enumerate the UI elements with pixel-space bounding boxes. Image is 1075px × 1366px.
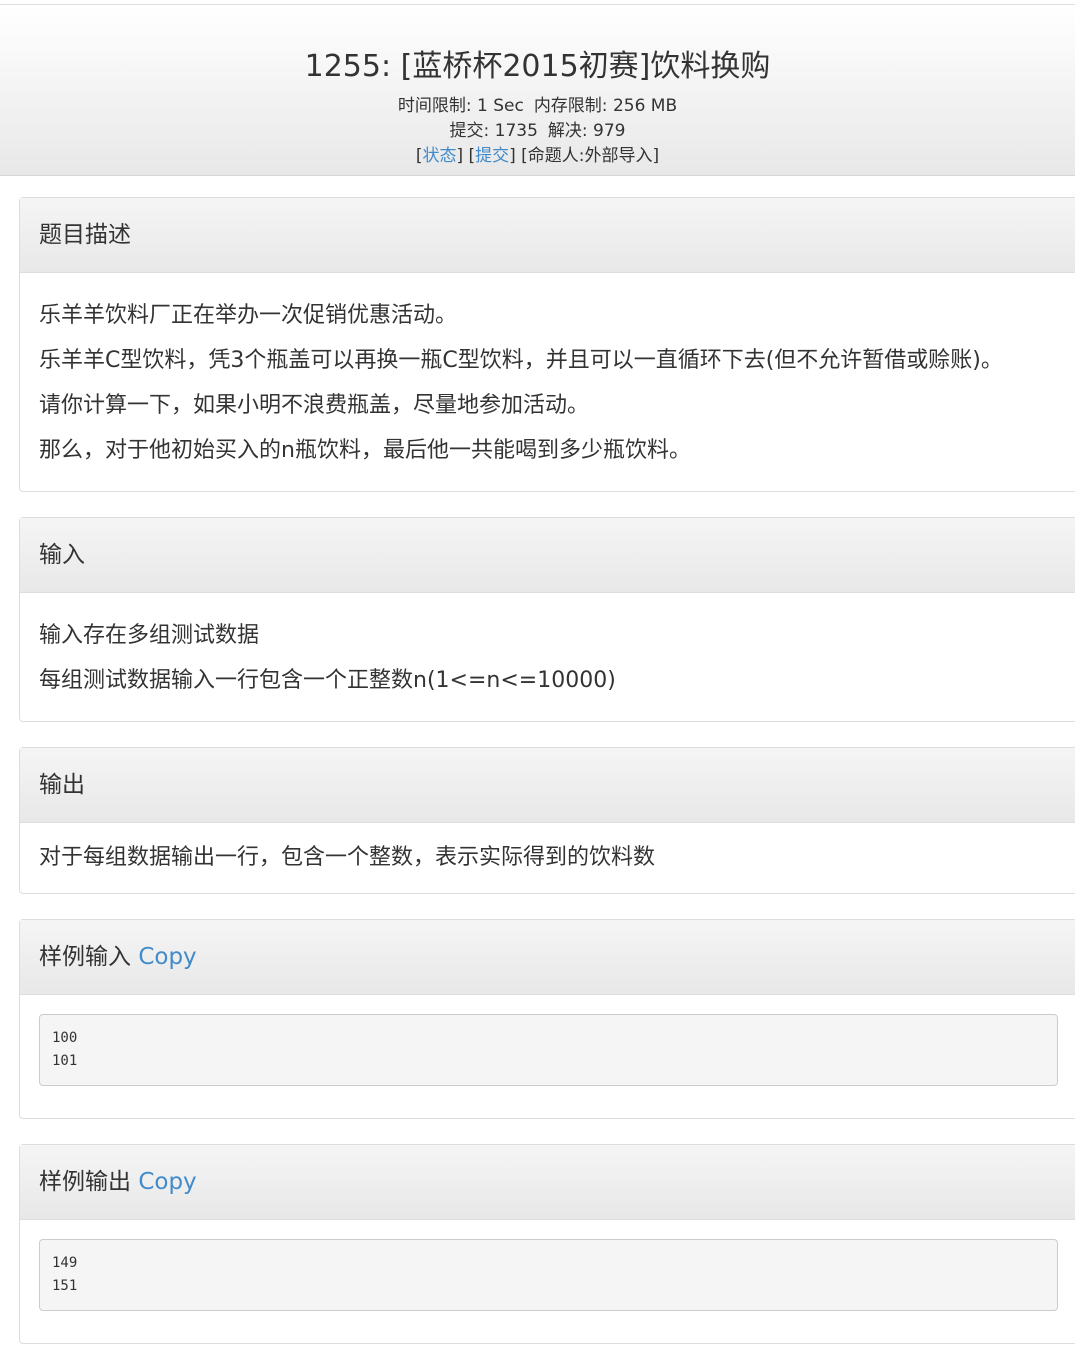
memory-limit: 内存限制: 256 MB	[533, 96, 678, 116]
sample-input-body: 100 101	[20, 995, 1075, 1086]
sample-input-title: 样例输入	[39, 944, 131, 970]
sample-output-body: 149 151	[20, 1220, 1075, 1311]
time-limit: 时间限制: 1 Sec	[397, 96, 524, 116]
sample-output-copy-button[interactable]: Copy	[138, 1169, 196, 1195]
sample-output-code: 149 151	[39, 1239, 1058, 1311]
sample-input-heading: 样例输入 Copy	[20, 920, 1075, 995]
description-line: 请你计算一下，如果小明不浪费瓶盖，尽量地参加活动。	[39, 393, 590, 418]
description-heading: 题目描述	[20, 198, 1075, 273]
sample-output-title: 样例输出	[39, 1169, 131, 1195]
input-heading: 输入	[20, 518, 1075, 593]
input-line: 输入存在多组测试数据	[39, 623, 260, 648]
problem-header: 1255: [蓝桥杯2015初赛]饮料换购 时间限制: 1 Sec 内存限制: 2…	[0, 4, 1075, 176]
output-panel: 输出 对于每组数据输出一行，包含一个整数，表示实际得到的饮料数	[19, 747, 1075, 894]
description-panel: 题目描述 乐羊羊饮料厂正在举办一次促销优惠活动。 乐羊羊C型饮料，凭3个瓶盖可以…	[19, 197, 1075, 492]
output-line: 对于每组数据输出一行，包含一个整数，表示实际得到的饮料数	[39, 845, 656, 870]
sample-output-line: 151	[52, 1278, 78, 1294]
problem-title: 1255: [蓝桥杯2015初赛]饮料换购	[304, 49, 771, 84]
sample-input-line: 100	[52, 1030, 78, 1046]
links-line: [状态] [提交] [命题人:外部导入]	[415, 146, 660, 166]
solved-count: 解决: 979	[547, 121, 626, 141]
input-panel: 输入 输入存在多组测试数据 每组测试数据输入一行包含一个正整数n(1<=n<=1…	[19, 517, 1075, 722]
description-line: 乐羊羊C型饮料，凭3个瓶盖可以再换一瓶C型饮料，并且可以一直循环下去(但不允许暂…	[39, 348, 1003, 373]
sample-output-heading: 样例输出 Copy	[20, 1145, 1075, 1220]
input-body: 输入存在多组测试数据 每组测试数据输入一行包含一个正整数n(1<=n<=1000…	[20, 593, 1075, 703]
output-body: 对于每组数据输出一行，包含一个整数，表示实际得到的饮料数	[20, 823, 1075, 880]
limits-line: 时间限制: 1 Sec 内存限制: 256 MB	[0, 91, 1075, 116]
sample-output-line: 149	[52, 1255, 78, 1271]
sample-input-copy-button[interactable]: Copy	[138, 944, 196, 970]
output-heading: 输出	[20, 748, 1075, 823]
sample-output-panel: 样例输出 Copy 149 151	[19, 1144, 1075, 1344]
author-label: [命题人:外部导入]	[521, 146, 660, 166]
sample-input-code: 100 101	[39, 1014, 1058, 1086]
description-line: 乐羊羊饮料厂正在举办一次促销优惠活动。	[39, 303, 458, 328]
description-body: 乐羊羊饮料厂正在举办一次促销优惠活动。 乐羊羊C型饮料，凭3个瓶盖可以再换一瓶C…	[20, 273, 1075, 473]
submit-count: 提交: 1735	[449, 121, 538, 141]
input-line: 每组测试数据输入一行包含一个正整数n(1<=n<=10000)	[39, 668, 616, 693]
stats-line: 提交: 1735 解决: 979	[0, 116, 1075, 141]
sample-input-panel: 样例输入 Copy 100 101	[19, 919, 1075, 1119]
status-link[interactable]: 状态	[422, 146, 456, 166]
description-line: 那么，对于他初始买入的n瓶饮料，最后他一共能喝到多少瓶饮料。	[39, 438, 691, 463]
submit-link[interactable]: 提交	[475, 146, 509, 166]
sample-input-line: 101	[52, 1053, 78, 1069]
